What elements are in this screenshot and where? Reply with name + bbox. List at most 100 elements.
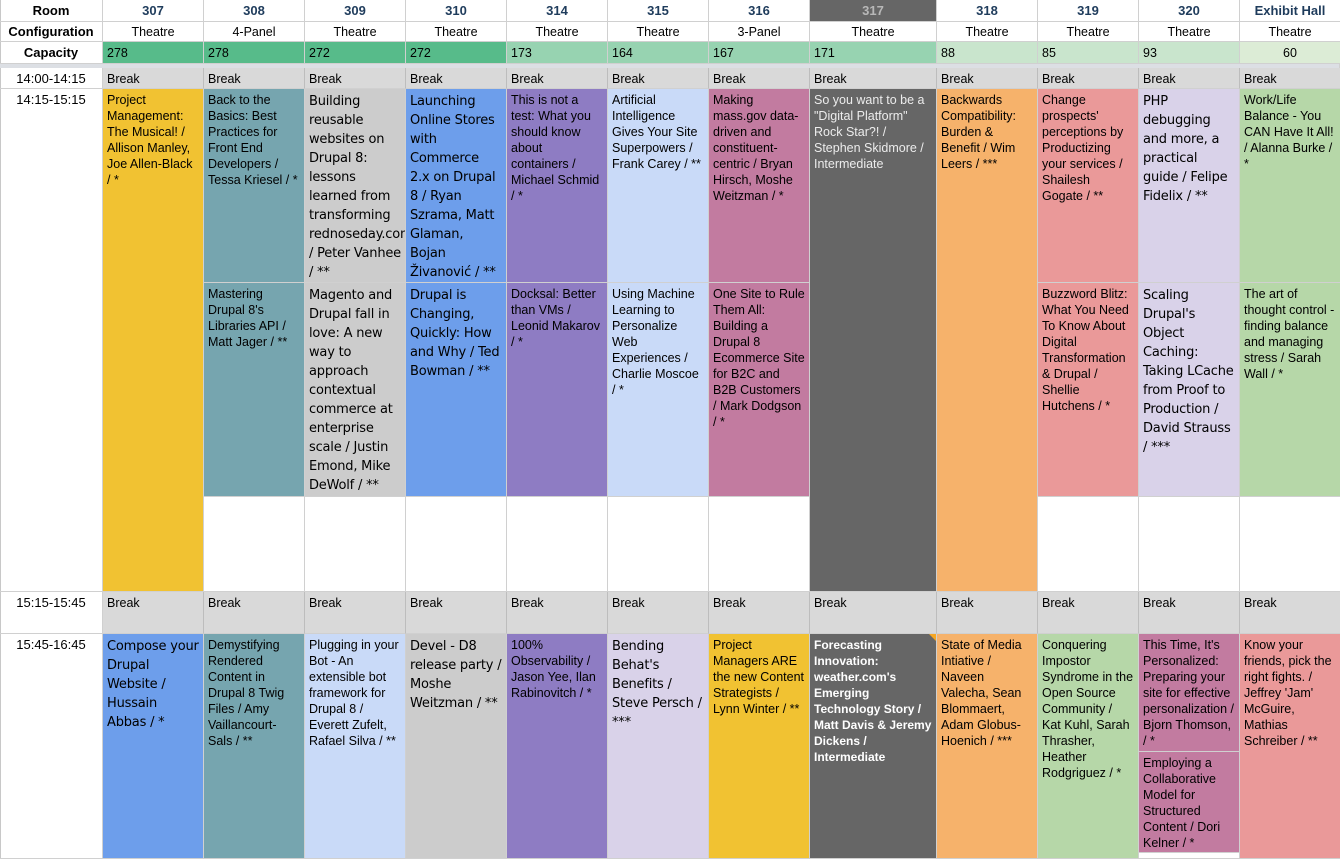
session-1415-308-b[interactable]: Mastering Drupal 8's Libraries API / Mat… [204, 283, 305, 497]
room-row-label[interactable]: Room [0, 0, 103, 22]
room-320-header[interactable]: 320 [1139, 0, 1240, 22]
break-1515-308[interactable]: Break [204, 592, 305, 634]
session-1545-318[interactable]: State of Media Intiative / Naveen Valech… [937, 634, 1038, 859]
session-1545-exhibit-hall[interactable]: Know your friends, pick the right fights… [1240, 634, 1340, 859]
session-1415-exhibit-hall-a[interactable]: Work/Life Balance - You CAN Have It All!… [1240, 89, 1340, 283]
break-1515-319[interactable]: Break [1038, 592, 1139, 634]
break-1515-316[interactable]: Break [709, 592, 810, 634]
room-317-header[interactable]: 317 [810, 0, 937, 22]
break-1400-309[interactable]: Break [305, 68, 406, 89]
session-1415-309-a[interactable]: Building reusable websites on Drupal 8: … [305, 89, 406, 283]
capacity-315[interactable]: 164 [608, 42, 709, 64]
break-1400-315[interactable]: Break [608, 68, 709, 89]
session-1415-exhibit-hall-b[interactable]: The art of thought control - finding bal… [1240, 283, 1340, 497]
break-1400-exhibit-hall[interactable]: Break [1240, 68, 1340, 89]
session-1415-307[interactable]: Project Management: The Musical! / Allis… [103, 89, 204, 592]
break-1400-317[interactable]: Break [810, 68, 937, 89]
break-1400-307[interactable]: Break [103, 68, 204, 89]
configuration-row-label[interactable]: Configuration [0, 22, 103, 42]
break-1515-318[interactable]: Break [937, 592, 1038, 634]
capacity-317[interactable]: 171 [810, 42, 937, 64]
room-exhibit-hall-header[interactable]: Exhibit Hall [1240, 0, 1340, 22]
config-317[interactable]: Theatre [810, 22, 937, 42]
empty-cell[interactable] [1139, 497, 1240, 592]
break-1515-307[interactable]: Break [103, 592, 204, 634]
capacity-308[interactable]: 278 [204, 42, 305, 64]
session-1415-316-b[interactable]: One Site to Rule Them All: Building a Dr… [709, 283, 810, 497]
empty-cell[interactable] [507, 497, 608, 592]
session-1545-320-a[interactable]: This Time, It's Personalized: Preparing … [1139, 634, 1240, 752]
session-1415-319-a[interactable]: Change prospects' perceptions by Product… [1038, 89, 1139, 283]
capacity-row-label[interactable]: Capacity [0, 42, 103, 64]
session-1415-308-a[interactable]: Back to the Basics: Best Practices for F… [204, 89, 305, 283]
room-309-header[interactable]: 309 [305, 0, 406, 22]
capacity-310[interactable]: 272 [406, 42, 507, 64]
break-1515-315[interactable]: Break [608, 592, 709, 634]
room-316-header[interactable]: 316 [709, 0, 810, 22]
room-318-header[interactable]: 318 [937, 0, 1038, 22]
session-1415-310-b[interactable]: Drupal is Changing, Quickly: How and Why… [406, 283, 507, 497]
session-1415-315-a[interactable]: Artificial Intelligence Gives Your Site … [608, 89, 709, 283]
capacity-314[interactable]: 173 [507, 42, 608, 64]
session-1415-314-a[interactable]: This is not a test: What you should know… [507, 89, 608, 283]
timeslot-1545[interactable]: 15:45-16:45 [0, 634, 103, 859]
break-1515-314[interactable]: Break [507, 592, 608, 634]
session-1545-316[interactable]: Project Managers ARE the new Content Str… [709, 634, 810, 859]
capacity-316[interactable]: 167 [709, 42, 810, 64]
session-1415-309-b[interactable]: Magento and Drupal fall in love: A new w… [305, 283, 406, 497]
session-1545-307[interactable]: Compose your Drupal Website / Hussain Ab… [103, 634, 204, 859]
capacity-exhibit-hall[interactable]: 60 [1240, 42, 1340, 64]
config-318[interactable]: Theatre [937, 22, 1038, 42]
session-1415-314-b[interactable]: Docksal: Better than VMs / Leonid Makaro… [507, 283, 608, 497]
session-1415-317[interactable]: So you want to be a "Digital Platform" R… [810, 89, 937, 592]
empty-cell[interactable] [709, 497, 810, 592]
config-319[interactable]: Theatre [1038, 22, 1139, 42]
config-307[interactable]: Theatre [103, 22, 204, 42]
room-319-header[interactable]: 319 [1038, 0, 1139, 22]
empty-cell[interactable] [204, 497, 305, 592]
room-307-header[interactable]: 307 [103, 0, 204, 22]
empty-cell[interactable] [1240, 497, 1340, 592]
break-1515-317[interactable]: Break [810, 592, 937, 634]
capacity-320[interactable]: 93 [1139, 42, 1240, 64]
session-1545-308[interactable]: Demystifying Rendered Content in Drupal … [204, 634, 305, 859]
break-1400-316[interactable]: Break [709, 68, 810, 89]
session-1415-316-a[interactable]: Making mass.gov data-driven and constitu… [709, 89, 810, 283]
capacity-319[interactable]: 85 [1038, 42, 1139, 64]
session-1545-315[interactable]: Bending Behat's Benefits / Steve Persch … [608, 634, 709, 859]
break-1400-320[interactable]: Break [1139, 68, 1240, 89]
config-315[interactable]: Theatre [608, 22, 709, 42]
break-1400-318[interactable]: Break [937, 68, 1038, 89]
break-1515-309[interactable]: Break [305, 592, 406, 634]
session-1415-310-a[interactable]: Launching Online Stores with Commerce 2.… [406, 89, 507, 283]
break-1400-308[interactable]: Break [204, 68, 305, 89]
session-1545-317[interactable]: Forecasting Innovation: weather.com's Em… [810, 634, 937, 859]
room-310-header[interactable]: 310 [406, 0, 507, 22]
break-1400-319[interactable]: Break [1038, 68, 1139, 89]
empty-cell[interactable] [1139, 853, 1240, 859]
session-1415-318[interactable]: Backwards Compatibility: Burden & Benefi… [937, 89, 1038, 592]
session-1415-319-b[interactable]: Buzzword Blitz: What You Need To Know Ab… [1038, 283, 1139, 497]
session-1415-320-b[interactable]: Scaling Drupal's Object Caching: Taking … [1139, 283, 1240, 497]
capacity-307[interactable]: 278 [103, 42, 204, 64]
session-1545-320-b[interactable]: Employing a Collaborative Model for Stru… [1139, 752, 1240, 853]
room-308-header[interactable]: 308 [204, 0, 305, 22]
timeslot-1415[interactable]: 14:15-15:15 [0, 89, 103, 592]
config-316[interactable]: 3-Panel [709, 22, 810, 42]
timeslot-1400[interactable]: 14:00-14:15 [0, 68, 103, 89]
config-exhibit-hall[interactable]: Theatre [1240, 22, 1340, 42]
config-310[interactable]: Theatre [406, 22, 507, 42]
room-314-header[interactable]: 314 [507, 0, 608, 22]
empty-cell[interactable] [608, 497, 709, 592]
session-1545-309[interactable]: Plugging in your Bot - An extensible bot… [305, 634, 406, 859]
session-1545-319[interactable]: Conquering Impostor Syndrome in the Open… [1038, 634, 1139, 859]
break-1400-314[interactable]: Break [507, 68, 608, 89]
session-1415-320-a[interactable]: PHP debugging and more, a practical guid… [1139, 89, 1240, 283]
break-1515-exhibit-hall[interactable]: Break [1240, 592, 1340, 634]
empty-cell[interactable] [305, 497, 406, 592]
timeslot-1515[interactable]: 15:15-15:45 [0, 592, 103, 634]
room-315-header[interactable]: 315 [608, 0, 709, 22]
empty-cell[interactable] [406, 497, 507, 592]
capacity-309[interactable]: 272 [305, 42, 406, 64]
capacity-318[interactable]: 88 [937, 42, 1038, 64]
